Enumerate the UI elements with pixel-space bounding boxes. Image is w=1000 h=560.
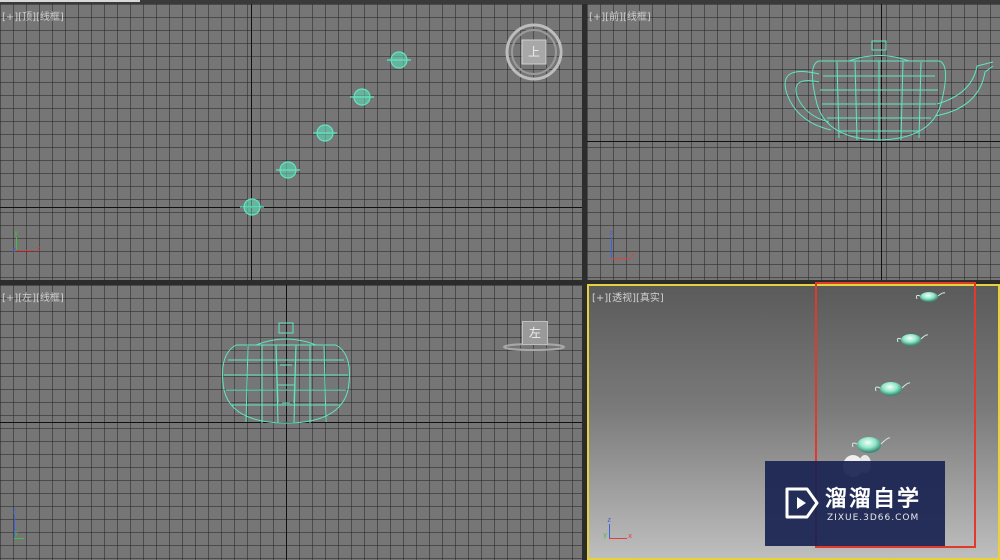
axis-gizmo-left: z y: [8, 507, 38, 547]
front-view-teapot[interactable]: [587, 4, 1000, 280]
watermark-badge: 溜溜自学 ZIXUE.3D66.COM: [765, 461, 945, 546]
left-view-teapot[interactable]: [0, 285, 582, 560]
watermark-title: 溜溜自学: [825, 487, 922, 512]
teapot-top-2[interactable]: [276, 161, 300, 179]
teapot-top-4[interactable]: [350, 88, 374, 106]
teapot-top-3[interactable]: [313, 124, 337, 142]
axis-gizmo-top: y x z: [12, 229, 41, 254]
viewport-left[interactable]: [+][左][线框] 左 z y: [0, 285, 582, 560]
play-logo-icon: [785, 487, 819, 519]
viewcube-left-label[interactable]: 左: [522, 321, 548, 345]
active-tab-indicator: [0, 0, 140, 2]
watermark-url: ZIXUE.3D66.COM: [827, 513, 920, 523]
viewcube-top-label[interactable]: 上: [522, 40, 546, 64]
viewport-top[interactable]: [+][顶][线框] 上 y x z: [0, 4, 582, 280]
teapot-top-1[interactable]: [240, 198, 264, 216]
top-view-objects: [240, 23, 563, 216]
teapot-top-5[interactable]: [387, 51, 411, 69]
axis-gizmo-front: z x: [609, 229, 636, 259]
axis-gizmo-perspective: z x y: [603, 516, 633, 540]
viewport-front[interactable]: [+][前][线框] z x: [587, 4, 1000, 280]
